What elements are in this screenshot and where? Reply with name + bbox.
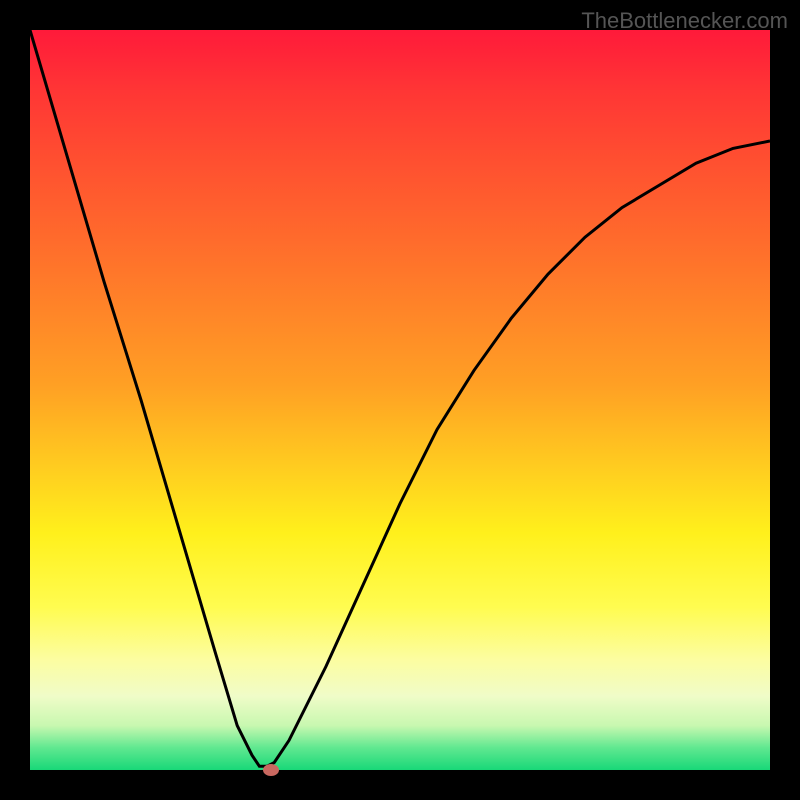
bottleneck-curve [30,30,770,770]
chart-area [30,30,770,770]
watermark-text: TheBottlenecker.com [581,8,788,34]
target-marker [263,764,279,776]
